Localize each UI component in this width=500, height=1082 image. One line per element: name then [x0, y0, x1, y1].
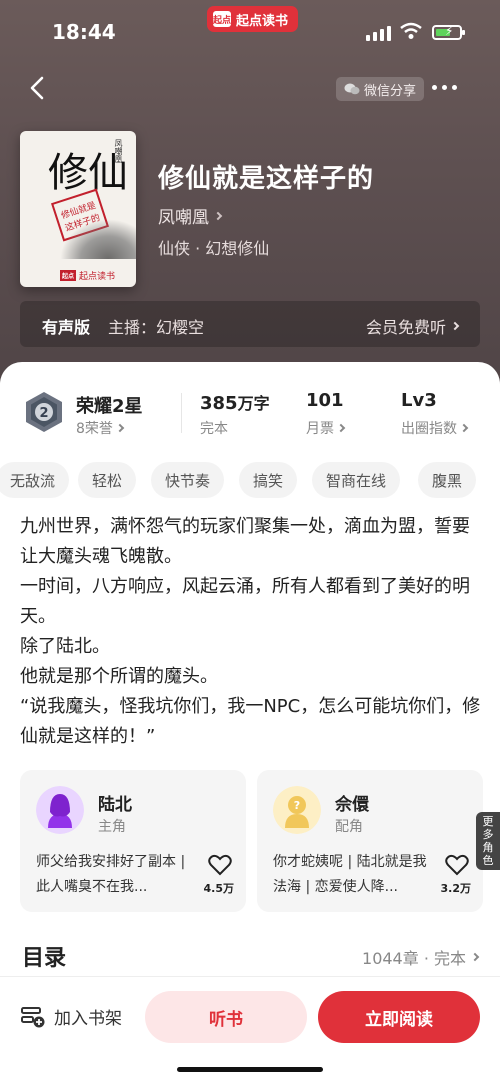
cover-mountain-art	[60, 219, 136, 259]
word-count-value: 385	[200, 393, 238, 414]
svg-text:2: 2	[39, 406, 48, 421]
read-now-button[interactable]: 立即阅读	[318, 991, 480, 1043]
author-link[interactable]: 凤嘲凰	[158, 203, 223, 228]
back-icon[interactable]	[26, 74, 50, 102]
character-quote: 师父给我安排好了副本 | 此人嘴臭不在我...	[36, 854, 186, 895]
bookshelf-add-icon	[21, 1006, 45, 1027]
status-bar: 18:44 起点 起点读书 ⚡	[0, 0, 500, 66]
app-logo-icon: 起点	[213, 11, 231, 27]
character-card[interactable]: ? 佘儇 配角 你才蛇姨呢 | 陆北就是我法海 | 恋爱使人降... 3.2万	[257, 770, 483, 912]
honor-badge-icon: 2	[26, 392, 62, 432]
home-indicator[interactable]	[177, 1067, 323, 1072]
honor-rank[interactable]: 荣耀2星	[76, 392, 143, 418]
like-count: 3.2万	[440, 882, 472, 895]
synopsis-paragraph: 一时间，八方响应，风起云涌，所有人都看到了美好的明天。	[20, 576, 470, 627]
character-name: 佘儇	[335, 795, 369, 815]
character-avatar	[36, 786, 84, 834]
cover-brand: 起点 起点读书	[60, 269, 115, 282]
chevron-right-icon	[470, 952, 480, 962]
synopsis-paragraph: 九州世界，满怀怨气的玩家们聚集一处，滴血为盟，誓要让大魔头魂飞魄散。	[20, 516, 470, 567]
chevron-right-icon	[213, 211, 223, 220]
chevron-right-icon	[336, 423, 346, 433]
popularity-index-label: 出圈指数	[401, 421, 457, 437]
chevron-right-icon	[115, 423, 125, 433]
chevron-right-icon	[459, 423, 469, 433]
character-name: 陆北	[98, 795, 132, 815]
toc-meta: 1044章 · 完本	[362, 949, 466, 968]
synopsis-paragraph: “说我魔头，怪我坑你们，我一NPC，怎么可能坑你们，修仙就是这样的！”	[20, 696, 481, 747]
wechat-share-button[interactable]: 微信分享	[336, 77, 425, 101]
cover-brand-logo: 起点	[60, 270, 77, 281]
popularity-level-value: Lv3	[401, 390, 437, 411]
tag-chip[interactable]: 腹黑	[418, 462, 477, 498]
completion-status: 完本	[200, 421, 228, 437]
book-cover: 凤嘲凰 修仙 修仙就是这样子的 起点 起点读书	[20, 131, 136, 287]
character-card[interactable]: 陆北 主角 师父给我安排好了副本 | 此人嘴臭不在我... 4.5万	[20, 770, 246, 912]
character-role: 配角	[335, 819, 363, 835]
book-genre: 仙侠 · 幻想修仙	[158, 239, 270, 258]
add-to-shelf-label: 加入书架	[54, 1009, 122, 1029]
word-count-unit: 万字	[237, 394, 270, 413]
add-to-shelf-button[interactable]: 加入书架	[20, 1004, 122, 1029]
cover-brand-name: 起点读书	[79, 272, 116, 282]
more-options-icon[interactable]	[432, 85, 457, 90]
more-roles-button[interactable]: 更多角色	[476, 812, 500, 870]
tag-chip[interactable]: 搞笑	[239, 462, 298, 498]
audio-narrator: 主播：幻樱空	[108, 318, 205, 337]
wifi-icon	[400, 22, 422, 39]
listen-button[interactable]: 听书	[145, 991, 307, 1043]
popularity-index-link[interactable]: 出圈指数	[401, 418, 469, 438]
tag-chip[interactable]: 快节奏	[151, 462, 225, 498]
monthly-tickets-link[interactable]: 月票	[306, 418, 346, 438]
tag-chip[interactable]: 智商在线	[312, 462, 401, 498]
book-title: 修仙就是这样子的	[158, 164, 375, 194]
synopsis-paragraph: 他就是那个所谓的魔头。	[20, 666, 218, 687]
audio-free-link[interactable]: 会员免费听	[365, 314, 460, 338]
app-indicator: 起点 起点读书	[207, 6, 299, 32]
status-time: 18:44	[52, 20, 116, 44]
chevron-right-icon	[450, 321, 460, 331]
share-label: 微信分享	[364, 83, 417, 99]
audio-label: 有声版	[42, 318, 91, 337]
monthly-tickets-value: 101	[306, 390, 344, 411]
audio-free-label: 会员免费听	[365, 318, 446, 337]
character-role: 主角	[98, 819, 126, 835]
like-count: 4.5万	[203, 882, 235, 895]
author-name: 凤嘲凰	[158, 208, 209, 228]
synopsis-paragraph: 除了陆北。	[20, 636, 110, 657]
cover-calligraphy: 修仙	[48, 150, 128, 196]
tag-list: 无敌流 轻松 快节奏 搞笑 智商在线 腹黑	[0, 462, 500, 498]
tag-chip[interactable]: 无敌流	[0, 462, 70, 498]
character-avatar: ?	[273, 786, 321, 834]
svg-text:?: ?	[294, 799, 300, 812]
toc-link[interactable]: 1044章 · 完本	[362, 945, 480, 969]
honor-count-link[interactable]: 8荣誉	[76, 418, 125, 438]
book-synopsis[interactable]: 九州世界，满怀怨气的玩家们聚集一处，滴血为盟，誓要让大魔头魂飞魄散。 一时间，八…	[20, 512, 482, 752]
wechat-icon	[344, 83, 360, 95]
audio-version-bar[interactable]: 有声版 主播：幻樱空 会员免费听	[20, 301, 480, 347]
monthly-tickets-label: 月票	[306, 421, 334, 437]
character-quote: 你才蛇姨呢 | 陆北就是我法海 | 恋爱使人降...	[273, 854, 427, 895]
signal-icon	[366, 26, 391, 41]
heart-icon[interactable]	[445, 854, 469, 876]
word-count: 385万字	[200, 390, 270, 414]
honor-count: 8荣誉	[76, 421, 113, 437]
stats-divider	[181, 393, 182, 433]
toc-title: 目录	[22, 946, 67, 971]
tag-chip[interactable]: 轻松	[78, 462, 137, 498]
heart-icon[interactable]	[208, 854, 232, 876]
app-name: 起点读书	[236, 13, 289, 29]
battery-icon: ⚡	[432, 24, 465, 40]
